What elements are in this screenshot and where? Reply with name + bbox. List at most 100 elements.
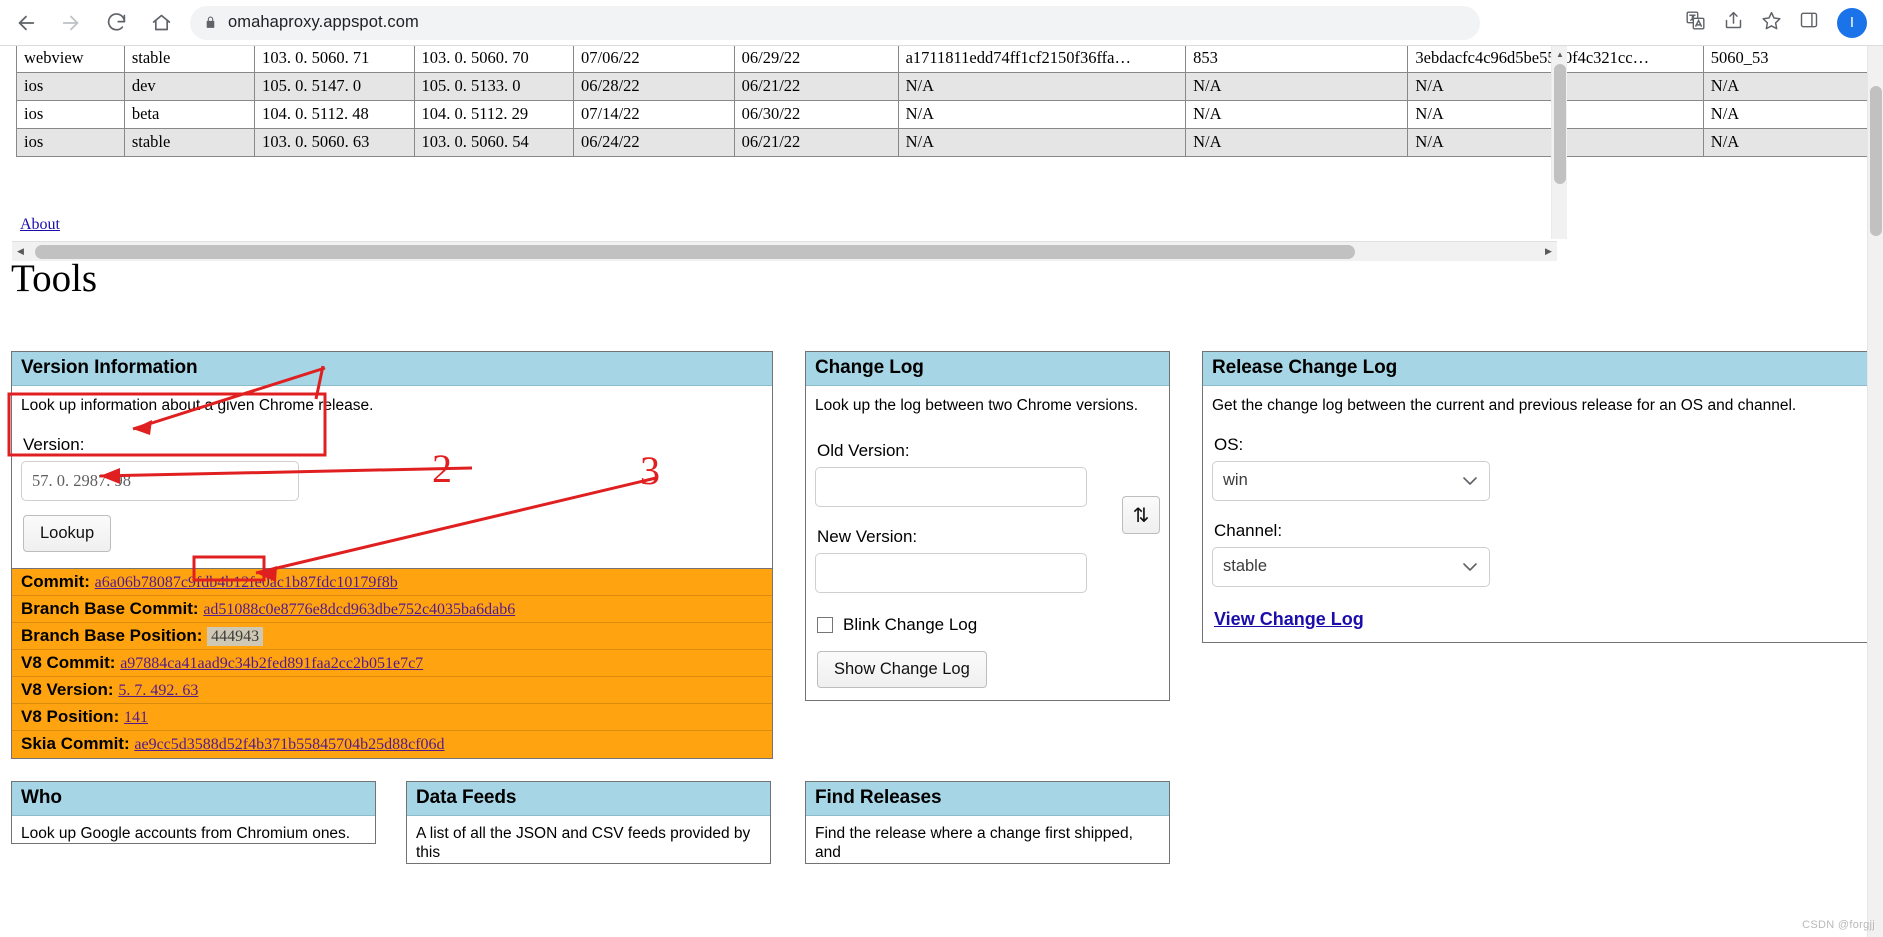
channel-select[interactable]: stable <box>1212 547 1490 588</box>
old-version-input[interactable] <box>815 467 1087 508</box>
translate-button[interactable] <box>1679 7 1711 39</box>
page-vertical-scrollbar[interactable] <box>1867 46 1883 937</box>
about-link[interactable]: About <box>20 216 60 234</box>
table-cell-branch_position: N/A <box>1185 128 1409 157</box>
bookmark-button[interactable] <box>1755 7 1787 39</box>
blink-changelog-checkbox[interactable] <box>817 617 833 634</box>
back-arrow-icon <box>15 12 37 34</box>
hscroll-thumb[interactable] <box>35 244 1355 259</box>
os-select[interactable]: win <box>1212 461 1490 502</box>
swap-vertical-icon: ⇅ <box>1132 504 1150 527</box>
table-cell-current_reldate: 06/24/22 <box>573 128 735 157</box>
result-value[interactable]: a6a06b78087c9fdb4b12fe0ac1b87fdc10179f8b <box>95 574 398 591</box>
table-cell-previous_version: 103. 0. 5060. 70 <box>413 46 575 73</box>
result-value[interactable]: ad51088c0e8776e8dcd963dbe752c4035ba6dab6 <box>203 601 515 618</box>
side-panel-button[interactable] <box>1793 7 1825 39</box>
frame-horizontal-scrollbar[interactable]: ◀ ▶ <box>12 241 1557 261</box>
toolbar-actions: I <box>1679 7 1873 39</box>
table-row: webview stable 103. 0. 5060. 71 103. 0. 506… <box>16 46 1867 73</box>
show-change-log-button[interactable]: Show Change Log <box>817 651 987 689</box>
address-bar[interactable]: omahaproxy.appspot.com <box>190 5 1480 40</box>
result-value[interactable]: ae9cc5d3588d52f4b371b55845704b25d88cf06d <box>134 736 444 753</box>
result-value[interactable]: a97884ca41aad9c34b2fed891faa2cc2b051e7c7 <box>120 655 423 672</box>
view-change-log-link[interactable]: View Change Log <box>1214 609 1364 630</box>
table-cell-os: ios <box>16 100 125 129</box>
result-label: Skia Commit: <box>21 734 135 754</box>
result-row: V8 Position: 141 <box>12 704 772 732</box>
table-cell-base_position: 5060_53 <box>1702 46 1867 73</box>
forward-button[interactable] <box>52 4 90 42</box>
table-cell-os: ios <box>16 72 125 101</box>
frame-vscroll-thumb[interactable] <box>1554 64 1566 184</box>
table-cell-branch_commit: a1711811edd74ff1cf2150f36ffa… <box>897 46 1187 73</box>
table-cell-previous_version: 103. 0. 5060. 54 <box>413 128 575 157</box>
changelog-panel-title: Change Log <box>806 352 1169 386</box>
blink-changelog-label[interactable]: Blink Change Log <box>843 615 977 635</box>
table-cell-previous_version: 104. 0. 5112. 29 <box>413 100 575 129</box>
version-field-label: Version: <box>23 435 85 455</box>
hscroll-track[interactable] <box>29 243 1540 261</box>
channel-select-value: stable <box>1223 557 1268 576</box>
result-label: V8 Position: <box>21 707 124 727</box>
reload-icon <box>106 12 127 33</box>
side-panel-icon <box>1799 10 1819 35</box>
find-releases-panel-description: Find the release where a change first sh… <box>815 825 1133 862</box>
result-row: V8 Commit: a97884ca41aad9c34b2fed891faa2… <box>12 650 772 678</box>
scroll-up-icon[interactable]: ▲ <box>1552 46 1568 62</box>
scroll-right-icon[interactable]: ▶ <box>1540 243 1557 261</box>
avatar-initial: I <box>1849 14 1855 31</box>
page-vscroll-thumb[interactable] <box>1870 86 1882 236</box>
avatar[interactable]: I <box>1837 7 1867 38</box>
old-version-label: Old Version: <box>817 441 910 461</box>
result-value[interactable]: 5. 7. 492. 63 <box>118 682 198 699</box>
table-cell-base_position: N/A <box>1702 128 1867 157</box>
version-information-panel: Version Information Look up information … <box>11 351 773 760</box>
version-panel-title: Version Information <box>12 352 772 386</box>
table-cell-branch_position: 853 <box>1185 46 1409 73</box>
releases-table: webview stable 103. 0. 5060. 71 103. 0. 506… <box>16 46 1867 157</box>
table-cell-current_version: 105. 0. 5147. 0 <box>254 72 415 101</box>
lock-icon <box>204 15 217 30</box>
version-input[interactable] <box>21 461 299 502</box>
result-label: Branch Base Position: <box>21 626 208 646</box>
table-cell-os: webview <box>16 46 125 73</box>
table-cell-base_position: N/A <box>1702 100 1867 129</box>
new-version-input[interactable] <box>815 553 1087 594</box>
release-change-log-panel: Release Change Log Get the change log be… <box>1202 351 1883 644</box>
reload-button[interactable] <box>97 4 135 42</box>
result-value[interactable]: 141 <box>124 709 148 726</box>
table-cell-channel: beta <box>123 100 256 129</box>
home-button[interactable] <box>142 4 180 42</box>
table-cell-os: ios <box>16 128 125 157</box>
result-label: Branch Base Commit: <box>21 599 204 619</box>
who-panel-description: Look up Google accounts from Chromium on… <box>21 825 351 842</box>
address-bar-url: omahaproxy.appspot.com <box>228 13 419 31</box>
share-button[interactable] <box>1717 7 1749 39</box>
table-cell-channel: stable <box>123 128 256 157</box>
table-cell-previous_reldate: 06/21/22 <box>733 128 899 157</box>
table-row: ios beta 104. 0. 5112. 48 104. 0. 5112. 29 0… <box>16 100 1867 129</box>
data-feeds-panel: Data Feeds A list of all the JSON and CS… <box>406 781 771 864</box>
result-value: 444943 <box>207 627 264 647</box>
frame-vertical-scrollbar[interactable]: ▲ <box>1551 46 1567 239</box>
table-cell-channel: dev <box>123 72 256 101</box>
table-cell-base_position: N/A <box>1702 72 1867 101</box>
result-label: Commit: <box>21 572 95 592</box>
back-button[interactable] <box>7 4 45 42</box>
watermark: CSDN @forgjj <box>1802 919 1875 931</box>
table-cell-previous_reldate: 06/29/22 <box>733 46 899 73</box>
channel-label: Channel: <box>1214 521 1283 541</box>
result-row: Skia Commit: ae9cc5d3588d52f4b371b558457… <box>12 731 772 759</box>
releases-table-region: webview stable 103. 0. 5060. 71 103. 0. 506… <box>0 46 1867 196</box>
who-panel-title: Who <box>12 782 375 816</box>
home-icon <box>151 12 172 33</box>
release-panel-description: Get the change log between the current a… <box>1212 397 1797 414</box>
table-cell-branch_commit: N/A <box>897 128 1187 157</box>
lookup-button[interactable]: Lookup <box>23 515 112 553</box>
table-cell-current_reldate: 07/14/22 <box>573 100 735 129</box>
table-cell-branch_position: N/A <box>1185 72 1409 101</box>
swap-versions-button[interactable]: ⇅ <box>1122 496 1160 535</box>
result-row: Branch Base Position: 444943 <box>12 623 772 651</box>
change-log-panel: Change Log Look up the log between two C… <box>805 351 1170 702</box>
table-row: ios stable 103. 0. 5060. 63 103. 0. 5060. 5… <box>16 128 1867 157</box>
